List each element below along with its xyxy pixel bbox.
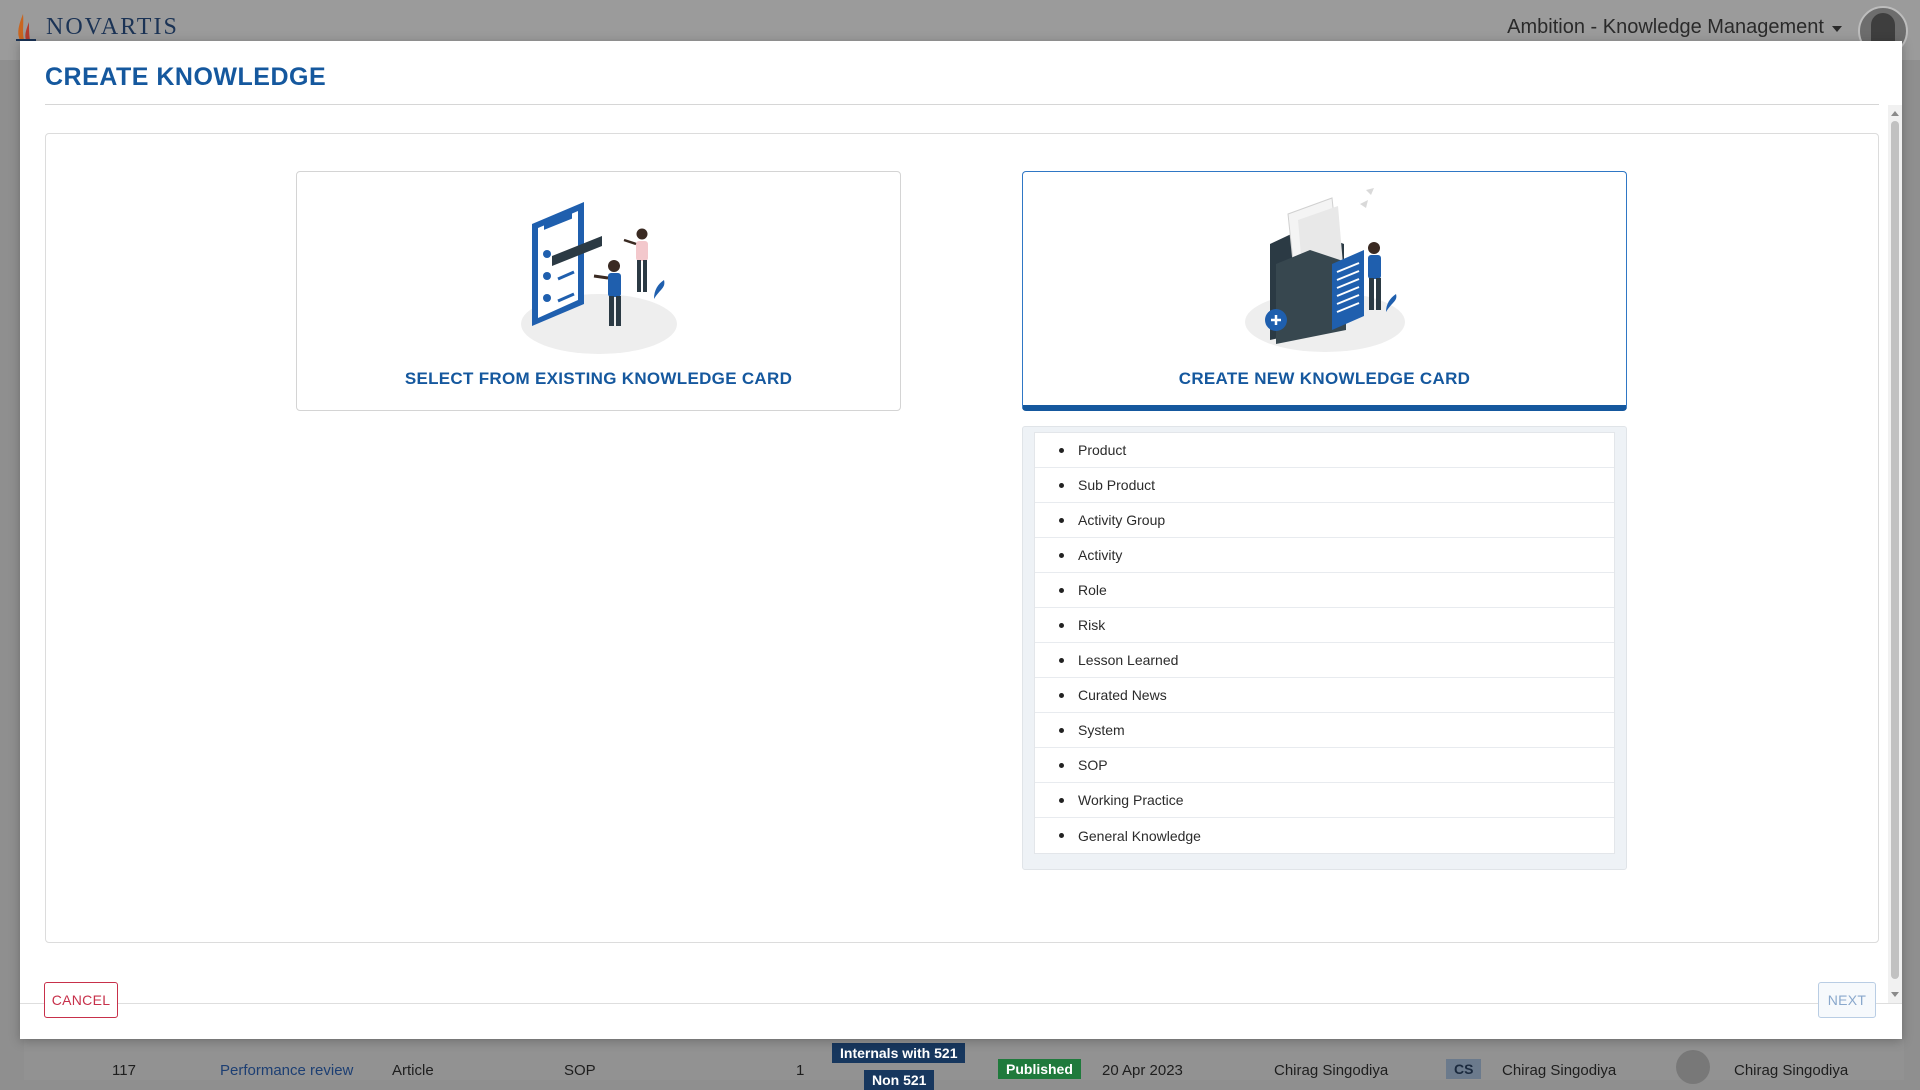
novartis-flame-icon [14, 12, 38, 42]
bullet-icon [1059, 447, 1064, 453]
create-new-card-option[interactable]: CREATE NEW KNOWLEDGE CARD [1022, 171, 1627, 411]
app-name-label: Ambition - Knowledge Management [1507, 16, 1824, 38]
avatar [1676, 1050, 1710, 1084]
list-item-label: Product [1078, 442, 1127, 458]
list-item[interactable]: System [1035, 713, 1614, 748]
list-item-label: Lesson Learned [1078, 652, 1179, 668]
row-approver: Chirag Singodiya [1734, 1062, 1849, 1079]
bullet-icon [1059, 622, 1064, 628]
bullet-icon [1059, 797, 1064, 803]
list-item-label: Activity [1078, 547, 1123, 563]
bullet-icon [1059, 727, 1064, 733]
bullet-icon [1059, 552, 1064, 558]
list-item[interactable]: Sub Product [1035, 468, 1614, 503]
list-item-label: Curated News [1078, 687, 1167, 703]
bullet-icon [1059, 482, 1064, 488]
bullet-icon [1059, 517, 1064, 523]
status-badge: Published [998, 1059, 1081, 1079]
list-item[interactable]: Curated News [1035, 678, 1614, 713]
modal-scrollbar[interactable] [1888, 105, 1902, 1003]
select-existing-label: SELECT FROM EXISTING KNOWLEDGE CARD [404, 369, 793, 388]
audience-badge-secondary: Non 521 [864, 1070, 935, 1090]
initials-badge: CS [1446, 1059, 1482, 1079]
list-item-label: Working Practice [1078, 792, 1184, 808]
list-item[interactable]: Lesson Learned [1035, 643, 1614, 678]
row-category: SOP [564, 1062, 596, 1079]
novartis-logo[interactable]: NOVARTIS [14, 10, 179, 44]
list-item-label: General Knowledge [1078, 827, 1201, 844]
app-switcher[interactable]: Ambition - Knowledge Management [1507, 16, 1842, 39]
knowledge-type-list: Product Sub Product Activity Group Activity… [1034, 432, 1615, 854]
modal-scroll-body[interactable]: SELECT FROM EXISTING KNOWLEDGE CARD CREA… [20, 105, 1902, 1003]
list-item-label: System [1078, 722, 1125, 738]
row-author: Chirag Singodiya [1274, 1062, 1389, 1079]
list-item[interactable]: SOP [1035, 748, 1614, 783]
footer-divider [20, 1003, 1902, 1004]
chevron-down-icon [1832, 26, 1842, 32]
scroll-up-icon[interactable] [1891, 111, 1899, 116]
list-item[interactable]: Risk [1035, 608, 1614, 643]
logo-text: NOVARTIS [46, 13, 179, 40]
list-item-label: Role [1078, 582, 1107, 598]
list-item[interactable]: Working Practice [1035, 783, 1614, 818]
row-date: 20 Apr 2023 [1102, 1062, 1183, 1079]
list-item-label: Risk [1078, 617, 1106, 633]
row-id: 117 [112, 1062, 136, 1079]
scroll-down-icon[interactable] [1891, 992, 1899, 997]
row-owner: Chirag Singodiya [1502, 1062, 1617, 1079]
list-item-label: Sub Product [1078, 477, 1156, 493]
list-item[interactable]: Activity [1035, 538, 1614, 573]
row-type: Article [392, 1062, 434, 1079]
bullet-icon [1059, 657, 1064, 663]
select-existing-card-option[interactable]: SELECT FROM EXISTING KNOWLEDGE CARD [296, 171, 901, 411]
bullet-icon [1059, 833, 1064, 838]
existing-card-illustration [514, 184, 684, 359]
new-card-illustration [1240, 184, 1410, 359]
table-row: 117 Performance review Article SOP 1 Int… [24, 1040, 1904, 1090]
options-container: SELECT FROM EXISTING KNOWLEDGE CARD CREA… [45, 133, 1879, 943]
modal-title: CREATE KNOWLEDGE [45, 63, 327, 91]
bullet-icon [1059, 587, 1064, 593]
scrollbar-thumb[interactable] [1891, 121, 1899, 979]
cancel-button[interactable]: CANCEL [44, 982, 118, 1018]
list-item-label: SOP [1078, 757, 1108, 773]
list-item[interactable]: Product [1035, 433, 1614, 468]
list-item-label: Activity Group [1078, 512, 1166, 528]
create-knowledge-modal: CREATE KNOWLEDGE SELECT FROM EXISTING KN… [20, 41, 1902, 1039]
row-count: 1 [796, 1062, 805, 1079]
row-title-link[interactable]: Performance review [220, 1062, 353, 1079]
bullet-icon [1059, 762, 1064, 768]
audience-badge: Internals with 521 [832, 1043, 966, 1063]
create-new-label: CREATE NEW KNOWLEDGE CARD [1178, 369, 1471, 388]
list-item[interactable]: Role [1035, 573, 1614, 608]
list-item[interactable]: Activity Group [1035, 503, 1614, 538]
list-item[interactable]: General Knowledge [1035, 818, 1614, 853]
next-button[interactable]: NEXT [1818, 982, 1876, 1018]
knowledge-type-list-panel: Product Sub Product Activity Group Activity… [1022, 426, 1627, 870]
bullet-icon [1059, 692, 1064, 698]
